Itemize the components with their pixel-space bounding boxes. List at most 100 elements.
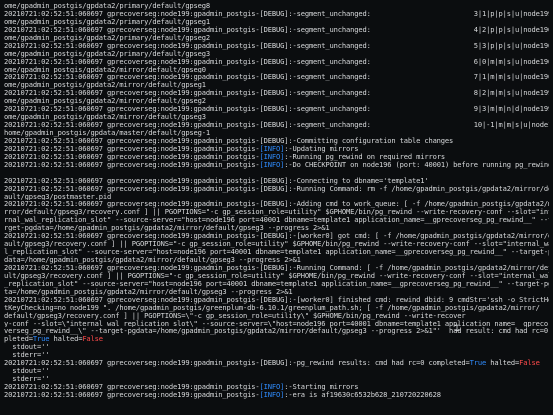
log-text: default/gpseg3/recovery.conf ] || PGOPTI… (4, 311, 466, 320)
terminal-line: 20210721:02:52:51:060697 gprecoverseg:no… (4, 232, 549, 240)
terminal-line: y-conf --slot=\"internal_wal_replication… (4, 320, 549, 328)
terminal-line: ult/gpseg3/recovery.conf ] || PGOPTIONS=… (4, 272, 549, 280)
log-text: ome/gpadmin_postgis/gpdata2/mirror/defau… (4, 113, 206, 122)
terminal-line: 20210721:02:52:51:060697 gprecoverseg:no… (4, 89, 549, 97)
terminal-line: ome/gpadmin_postgis/gpdata2/primary/defa… (4, 50, 549, 58)
terminal-line: 20210721:02:52:51:060697 gprecoverseg:no… (4, 296, 549, 304)
log-text: :-Do CHECKPOINT on node196 (port: 40001)… (284, 160, 549, 169)
log-text: 20210721:02:52:51:060697 gprecoverseg:no… (4, 200, 549, 209)
terminal-line: rget-pgdata=/home/gpadmin_postgis/gpdata… (4, 224, 549, 232)
terminal-line: ome/gpadmin_postgis/gpdata2/mirror/defau… (4, 66, 549, 74)
log-text: :-era is af19630c6532b628_210720220628 (284, 390, 441, 399)
log-text: pleted= (4, 335, 33, 344)
log-level-info: [INFO] (259, 144, 285, 153)
terminal-line: ault/gpseg3/recovery.conf ] || PGOPTIONS… (4, 240, 549, 248)
terminal-line: 20210721:02:52:51:060697 gprecoverseg:no… (4, 153, 549, 161)
terminal-line: pleted=True halted=False (4, 335, 549, 343)
text-cursor-icon: ⌶ (454, 323, 461, 334)
log-text: 20210721:02:52:51:060697 gprecoverseg:no… (4, 41, 549, 50)
log-text: 20210721:02:52:51:060697 gprecoverseg:no… (4, 9, 549, 18)
log-text: 20210721:02:52:51:060697 gprecoverseg:no… (4, 57, 549, 66)
bool-false: False (82, 335, 103, 344)
terminal-line: ault/gpseg3/postmaster.pid (4, 193, 549, 201)
log-text: stdout='' (4, 367, 50, 376)
bool-true: True (469, 359, 487, 368)
log-text: 20210721:02:52:51:060697 gprecoverseg:no… (4, 390, 260, 399)
terminal-line: stderr='' (4, 351, 549, 359)
log-level-info: [INFO] (259, 152, 285, 161)
log-text: 20210721:02:52:51:060697 gprecoverseg:no… (4, 105, 549, 114)
terminal-line: 20210721:02:52:51:060697 gprecoverseg:no… (4, 359, 549, 367)
log-text: l_replication_slot" --source-server="hos… (4, 248, 549, 256)
terminal-line: ome/gpadmin_postgis/gpdata2/primary/defa… (4, 2, 549, 10)
log-text: 20210721:02:52:51:060697 gprecoverseg:no… (4, 184, 549, 193)
log-text: home/gpadmin_postgis/gpdata/master/defau… (4, 129, 211, 137)
terminal-line: ome/gpadmin_postgis/gpdata2/mirror/defau… (4, 81, 549, 89)
log-text: ta=/home/gpadmin_postgis/gpdata2/mirror/… (4, 287, 293, 296)
log-text: :-Updating mirrors (284, 144, 359, 153)
log-text: y-conf --slot=\"internal_wal_replication… (4, 319, 548, 328)
terminal-line: _replication_slot" --source-server="host… (4, 280, 549, 288)
log-text: verseg_pg_rewind__\" --target-pgdata=/ho… (4, 327, 549, 336)
terminal-line: ta=/home/gpadmin_postgis/gpdata2/mirror/… (4, 288, 549, 296)
terminal-line: verseg_pg_rewind__\" --target-pgdata=/ho… (4, 327, 549, 335)
terminal-line: 20210721:02:52:51:060697 gprecoverseg:no… (4, 26, 549, 34)
log-text: ome/gpadmin_postgis/gpdata2/mirror/defau… (4, 65, 206, 74)
terminal-line: ome/gpadmin_postgis/gpdata2/mirror/defau… (4, 97, 549, 105)
log-text: data=/home/gpadmin_postgis/gpdata2/mirro… (4, 256, 301, 264)
log-level-info: [INFO] (259, 383, 285, 391)
log-text: 20210721:02:52:51:060697 gprecoverseg:no… (4, 383, 260, 391)
terminal-line: 20210721:02:52:51:060697 gprecoverseg:no… (4, 185, 549, 193)
log-text: stdout='' (4, 343, 50, 352)
terminal-line: stderr='' (4, 375, 549, 383)
log-text: _replication_slot" --source-server="host… (4, 279, 549, 288)
terminal-line: home/gpadmin_postgis/gpdata/master/defau… (4, 129, 549, 137)
log-text: 20210721:02:52:51:060697 gprecoverseg:no… (4, 144, 260, 153)
terminal-line: 20210721:02:52:51:060697 gprecoverseg:no… (4, 42, 549, 50)
terminal-line: rnal_wal_replication_slot" --source-serv… (4, 216, 549, 224)
log-text: 20210721:02:52:51:060697 gprecoverseg:no… (4, 152, 260, 161)
terminal-line: stdout='' (4, 343, 549, 351)
log-text: rror/default/gpseg3/recovery.conf ] || P… (4, 208, 549, 217)
bool-false: False (519, 359, 540, 368)
terminal-line: ome/gpadmin_postgis/gpdata2/mirror/defau… (4, 113, 549, 121)
terminal-line: stdout='' (4, 367, 549, 375)
log-text: 20210721:02:52:51:060697 gprecoverseg:no… (4, 176, 429, 185)
log-level-info: [INFO] (259, 390, 285, 399)
terminal-line: 20210721:02:52:51:060697 gprecoverseg:no… (4, 383, 549, 391)
log-text: halted= (49, 335, 83, 344)
terminal-line: default/gpseg3/recovery.conf ] || PGOPTI… (4, 312, 549, 320)
log-text: rget-pgdata=/home/gpadmin_postgis/gpdata… (4, 224, 330, 233)
terminal-line: 20210721:02:52:51:060697 gprecoverseg:no… (4, 200, 549, 208)
log-text: 20210721:02:52:51:060697 gprecoverseg:no… (4, 73, 549, 82)
log-text: ome/gpadmin_postgis/gpdata2/primary/defa… (4, 17, 211, 26)
log-text: ault/gpseg3/postmaster.pid (4, 192, 112, 201)
terminal-window[interactable]: ome/gpadmin_postgis/gpdata2/primary/defa… (0, 0, 553, 415)
terminal-line: tKeyChecking=no node199 ". /home/gpadmin… (4, 304, 549, 312)
log-text: 20210721:02:52:51:060697 gprecoverseg:no… (4, 25, 549, 34)
terminal-line: data=/home/gpadmin_postgis/gpdata2/mirro… (4, 256, 549, 264)
log-text: 20210721:02:52:51:060697 gprecoverseg:no… (4, 295, 549, 304)
log-text: ome/gpadmin_postgis/gpdata2/mirror/defau… (4, 97, 206, 106)
log-text: ome/gpadmin_postgis/gpdata2/primary/defa… (4, 49, 211, 58)
log-text: ome/gpadmin_postgis/gpdata2/primary/defa… (4, 2, 211, 10)
terminal-line: 20210721:02:52:51:060697 gprecoverseg:no… (4, 73, 549, 81)
log-text: 20210721:02:52:51:060697 gprecoverseg:no… (4, 359, 470, 368)
terminal-line: 20210721:02:52:51:060697 gprecoverseg:no… (4, 137, 549, 145)
terminal-line: 20210721:02:52:51:060697 gprecoverseg:no… (4, 145, 549, 153)
terminal-line: ome/gpadmin_postgis/gpdata2/primary/defa… (4, 34, 549, 42)
log-text: tKeyChecking=no node199 ". /home/gpadmin… (4, 303, 540, 312)
terminal-line: rror/default/gpseg3/recovery.conf ] || P… (4, 208, 549, 216)
log-text: 20210721:02:52:51:060697 gprecoverseg:no… (4, 89, 549, 98)
terminal-line: 20210721:02:52:51:060697 gprecoverseg:no… (4, 177, 549, 185)
log-text: rnal_wal_replication_slot" --source-serv… (4, 216, 549, 225)
log-text: 20210721:02:52:51:060697 gprecoverseg:no… (4, 263, 549, 272)
log-text: stderr='' (4, 351, 50, 360)
terminal-line: ome/gpadmin_postgis/gpdata2/primary/defa… (4, 18, 549, 26)
terminal-line: 20210721:02:52:51:060697 gprecoverseg:no… (4, 10, 549, 18)
terminal-line: l_replication_slot" --source-server="hos… (4, 248, 549, 256)
log-text: ome/gpadmin_postgis/gpdata2/mirror/defau… (4, 81, 206, 90)
terminal-line: 20210721:02:52:51:060697 gprecoverseg:no… (4, 161, 549, 169)
log-text: 20210721:02:52:51:060697 gprecoverseg:no… (4, 136, 454, 145)
